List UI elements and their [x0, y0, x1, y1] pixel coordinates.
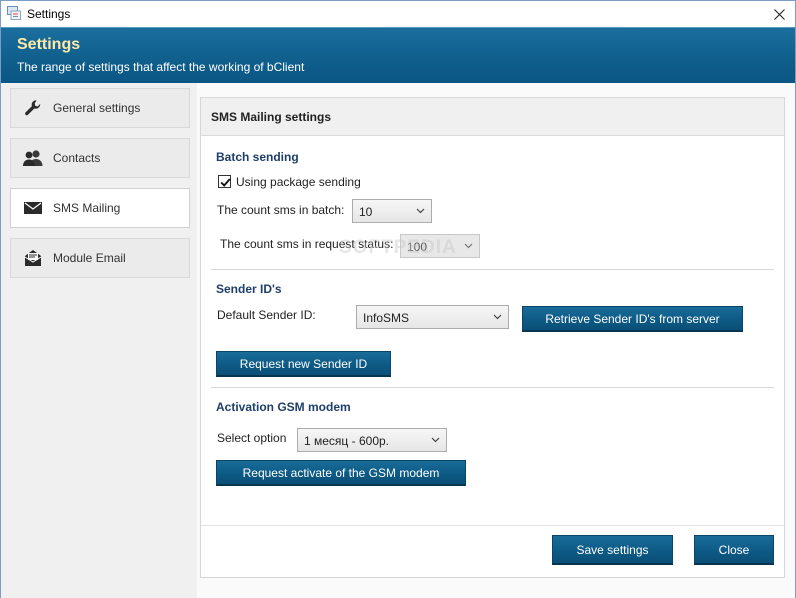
- wrench-icon: [21, 98, 45, 118]
- count-batch-value: 10: [359, 205, 373, 219]
- section-divider: [211, 269, 774, 270]
- use-package-label: Using package sending: [236, 175, 361, 189]
- banner-subtitle: The range of settings that affect the wo…: [17, 60, 305, 74]
- select-option-label: Select option: [217, 431, 287, 445]
- section-divider: [211, 387, 774, 388]
- sidebar-item-label: Contacts: [53, 151, 101, 165]
- batch-sending-title: Batch sending: [216, 150, 299, 164]
- default-sender-label: Default Sender ID:: [217, 308, 316, 322]
- sidebar-item-general-settings[interactable]: General settings: [10, 88, 190, 128]
- chevron-down-icon: [493, 314, 502, 320]
- window-title: Settings: [27, 7, 71, 21]
- close-window-button[interactable]: [763, 1, 795, 27]
- sidebar-item-module-email[interactable]: Module Email: [10, 238, 190, 278]
- gsm-option-dropdown[interactable]: 1 месяц - 600р.: [297, 428, 447, 452]
- panel-title: SMS Mailing settings: [211, 110, 332, 124]
- request-sender-id-button[interactable]: Request new Sender ID: [216, 351, 391, 377]
- use-package-checkbox[interactable]: [218, 175, 231, 188]
- chevron-down-icon: [431, 437, 440, 443]
- footer-divider: [201, 525, 784, 526]
- count-batch-label: The count sms in batch:: [217, 203, 345, 217]
- sidebar: General settings Contacts SMS Mailing Mo…: [1, 83, 197, 598]
- sidebar-item-label: Module Email: [53, 251, 126, 265]
- default-sender-value: InfoSMS: [363, 311, 410, 325]
- panel-header: SMS Mailing settings: [201, 98, 784, 136]
- gsm-activation-title: Activation GSM modem: [216, 400, 351, 414]
- sidebar-item-contacts[interactable]: Contacts: [10, 138, 190, 178]
- count-batch-dropdown[interactable]: 10: [352, 199, 432, 223]
- gsm-option-value: 1 месяц - 600р.: [304, 434, 389, 448]
- sms-mailing-panel: SMS Mailing settings Batch sending Using…: [200, 97, 785, 578]
- sender-ids-title: Sender ID's: [216, 282, 282, 296]
- save-settings-button[interactable]: Save settings: [552, 535, 673, 565]
- retrieve-sender-ids-button[interactable]: Retrieve Sender ID's from server: [522, 306, 743, 332]
- banner-title: Settings: [17, 36, 81, 53]
- envelope-icon: [21, 198, 45, 218]
- sidebar-item-sms-mailing[interactable]: SMS Mailing: [10, 188, 190, 228]
- contacts-icon: [21, 148, 45, 168]
- app-icon: [7, 6, 21, 20]
- checkmark-icon: [220, 178, 231, 187]
- request-gsm-activation-button[interactable]: Request activate of the GSM modem: [216, 460, 466, 486]
- header-banner: Settings The range of settings that affe…: [1, 27, 795, 83]
- sidebar-item-label: General settings: [53, 101, 141, 115]
- chevron-down-icon: [464, 243, 473, 249]
- sidebar-item-label: SMS Mailing: [53, 201, 121, 215]
- watermark: SOFTPEDIA: [339, 237, 457, 258]
- chevron-down-icon: [416, 208, 425, 214]
- close-icon: [773, 8, 785, 20]
- email-module-icon: [21, 248, 45, 268]
- settings-window: Settings Settings The range of settings …: [0, 0, 796, 598]
- close-button[interactable]: Close: [694, 535, 774, 565]
- title-bar: Settings: [1, 1, 795, 27]
- default-sender-dropdown[interactable]: InfoSMS: [356, 305, 509, 329]
